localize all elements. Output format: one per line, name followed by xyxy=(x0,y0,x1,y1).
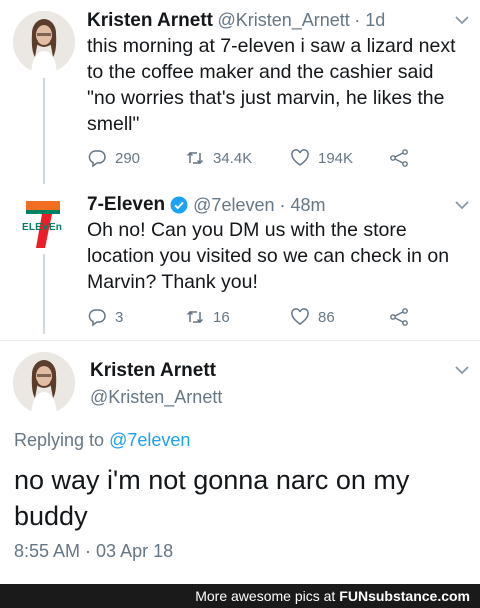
tweet1-text-line: to the coffee maker and the cashier said xyxy=(87,61,434,83)
tweet3-text-line: buddy xyxy=(14,501,88,531)
tweet2-text: Oh no! Can you DM us with the store loca… xyxy=(87,217,449,295)
like-count: 86 xyxy=(318,308,335,326)
share-icon xyxy=(390,149,408,167)
reply-icon xyxy=(88,150,106,168)
reply-count: 290 xyxy=(115,149,141,167)
retweet-icon xyxy=(186,151,204,165)
tweet2-author-name[interactable]: 7-Eleven xyxy=(87,194,165,216)
replying-to-handle[interactable]: @7eleven xyxy=(109,430,190,450)
like-icon xyxy=(291,149,309,166)
watermark-brand: FUNsubstance.com xyxy=(339,588,470,604)
watermark-text: More awesome pics at xyxy=(195,588,336,604)
watermark-bar: More awesome pics at FUNsubstance.com xyxy=(0,584,480,608)
tweet1-header: Kristen Arnett @Kristen_Arnett · 1d xyxy=(87,10,385,32)
caret-down-icon[interactable] xyxy=(453,14,471,26)
verified-badge-icon xyxy=(170,196,188,214)
logo-text: ELEVEn xyxy=(22,222,63,233)
tweet3-author-name[interactable]: Kristen Arnett xyxy=(90,360,216,382)
reply-icon xyxy=(88,309,106,327)
tweet3-timestamp: 8:55 AM · 03 Apr 18 xyxy=(14,541,174,561)
tweet2-text-line: location you visited so we can check in … xyxy=(87,245,450,267)
tweet2-actions: 3 16 86 xyxy=(87,307,467,331)
tweet2-text-line: Oh no! Can you DM us with the store xyxy=(87,219,407,241)
thread-line-2 xyxy=(43,254,45,334)
tweet2-handle[interactable]: @7eleven xyxy=(193,195,274,216)
tweet1-text-line: "no worries that's just marvin, he likes… xyxy=(87,87,445,109)
tweet1-text: this morning at 7-eleven i saw a lizard … xyxy=(87,33,456,137)
replying-to-label: Replying to xyxy=(14,430,105,450)
tweet3-text-line: no way i'm not gonna narc on my xyxy=(14,465,410,495)
tweet1-actions: 290 34.4K 194K xyxy=(87,148,467,172)
retweet-count: 16 xyxy=(213,308,230,326)
like-count: 194K xyxy=(318,149,354,167)
retweet-icon xyxy=(186,310,204,324)
like-button[interactable]: 86 xyxy=(290,307,335,327)
replying-to: Replying to @7eleven xyxy=(14,430,190,451)
tweet3-handle[interactable]: @Kristen_Arnett xyxy=(90,387,222,408)
share-icon xyxy=(390,308,408,326)
tweet1-handle[interactable]: @Kristen_Arnett xyxy=(217,10,349,30)
reply-button[interactable]: 3 xyxy=(87,307,123,327)
reply-count: 3 xyxy=(115,308,124,326)
caret-down-icon[interactable] xyxy=(453,364,471,376)
divider xyxy=(0,340,480,341)
avatar-photo xyxy=(13,352,75,414)
avatar-photo xyxy=(13,11,75,73)
avatar-kristen[interactable] xyxy=(13,352,75,414)
like-button[interactable]: 194K xyxy=(290,148,353,168)
seven-eleven-logo[interactable]: ELEVEn xyxy=(18,198,68,250)
caret-down-icon[interactable] xyxy=(453,199,471,211)
share-button[interactable] xyxy=(389,307,409,327)
retweet-count: 34.4K xyxy=(213,149,253,167)
avatar-kristen[interactable] xyxy=(13,11,75,73)
tweet1-time: · 1d xyxy=(354,10,386,30)
tweet1-text-line: smell" xyxy=(87,113,140,135)
retweet-button[interactable]: 16 xyxy=(185,307,230,327)
retweet-button[interactable]: 34.4K xyxy=(185,148,252,168)
tweet2-header: 7-Eleven @7eleven · 48m xyxy=(87,194,326,216)
tweet1-author-name[interactable]: Kristen Arnett xyxy=(87,10,213,31)
tweet3-text: no way i'm not gonna narc on my buddy xyxy=(14,462,409,534)
share-button[interactable] xyxy=(389,148,409,168)
like-icon xyxy=(291,308,309,325)
reply-button[interactable]: 290 xyxy=(87,148,140,168)
tweet1-text-line: this morning at 7-eleven i saw a lizard … xyxy=(87,35,456,57)
thread-line-1 xyxy=(43,78,45,184)
tweet2-time: · 48m xyxy=(279,194,326,215)
tweet2-text-line: Marvin? Thank you! xyxy=(87,271,258,293)
